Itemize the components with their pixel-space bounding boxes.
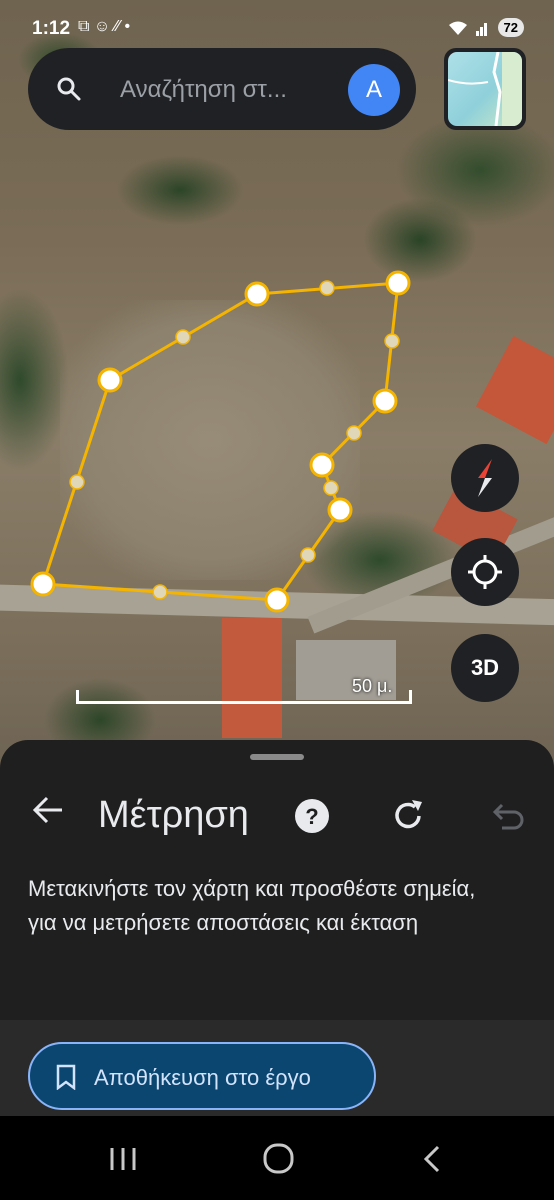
midpoint-handle[interactable] [346, 425, 362, 441]
measurement-outline [40, 281, 400, 602]
vertex-handle[interactable] [372, 388, 398, 414]
notification-icons: ⧉ ☺ ∕∕ • [78, 18, 131, 35]
save-label: Αποθήκευση στο έργο [94, 1065, 311, 1090]
instructions-text: Μετακινήστε τον χάρτη και προσθέστε σημε… [28, 876, 476, 935]
midpoint-handle[interactable] [69, 474, 85, 490]
midpoint-handle[interactable] [319, 280, 335, 296]
help-icon[interactable]: ? [292, 796, 332, 836]
3d-toggle-button[interactable]: 3D [451, 634, 519, 702]
vertex-handle[interactable] [244, 281, 270, 307]
midpoint-handle[interactable] [323, 480, 339, 496]
vertex-handle[interactable] [30, 571, 56, 597]
map-layers-button[interactable] [444, 48, 526, 130]
back-nav-icon[interactable] [414, 1142, 454, 1176]
back-arrow-icon[interactable] [28, 790, 68, 830]
vertex-handle[interactable] [385, 270, 411, 296]
vertex-handle[interactable] [309, 452, 335, 478]
3d-label: 3D [470, 655, 500, 680]
undo-icon[interactable] [486, 796, 526, 836]
crosshair-icon [468, 555, 502, 589]
vertex-handle[interactable] [327, 497, 353, 523]
save-area: Αποθήκευση στο έργο [0, 1020, 554, 1116]
my-location-button[interactable] [451, 538, 519, 606]
home-icon[interactable] [258, 1142, 298, 1176]
scale-bar [76, 690, 412, 704]
sheet-drag-handle[interactable] [250, 754, 304, 760]
midpoint-handle[interactable] [384, 333, 400, 349]
svg-text:?: ? [305, 804, 318, 829]
compass-icon [478, 459, 492, 497]
system-nav-bar [0, 1116, 554, 1200]
midpoint-handle[interactable] [152, 584, 168, 600]
battery-indicator: 72 [497, 18, 524, 37]
bookmark-icon [56, 1064, 76, 1090]
midpoint-handle[interactable] [300, 547, 316, 563]
search-bar[interactable]: Αναζήτηση στ... A [28, 48, 416, 130]
search-input[interactable]: Αναζήτηση στ... [120, 76, 287, 104]
status-time: 1:12 [32, 18, 71, 39]
vertex-handle[interactable] [97, 367, 123, 393]
signal-icon [475, 22, 487, 36]
search-icon [57, 77, 81, 101]
wifi-icon [448, 21, 467, 35]
sheet-title: Μέτρηση [98, 794, 249, 836]
midpoint-handle[interactable] [175, 329, 191, 345]
refresh-icon[interactable] [388, 796, 428, 836]
status-right-group: 72 [448, 18, 524, 37]
layers-thumbnail-icon [448, 52, 522, 126]
recent-apps-icon[interactable] [104, 1142, 144, 1176]
account-avatar[interactable]: A [348, 64, 400, 116]
save-to-project-button[interactable]: Αποθήκευση στο έργο [28, 1042, 376, 1110]
compass-button[interactable] [451, 444, 519, 512]
vertex-handle[interactable] [264, 587, 290, 613]
